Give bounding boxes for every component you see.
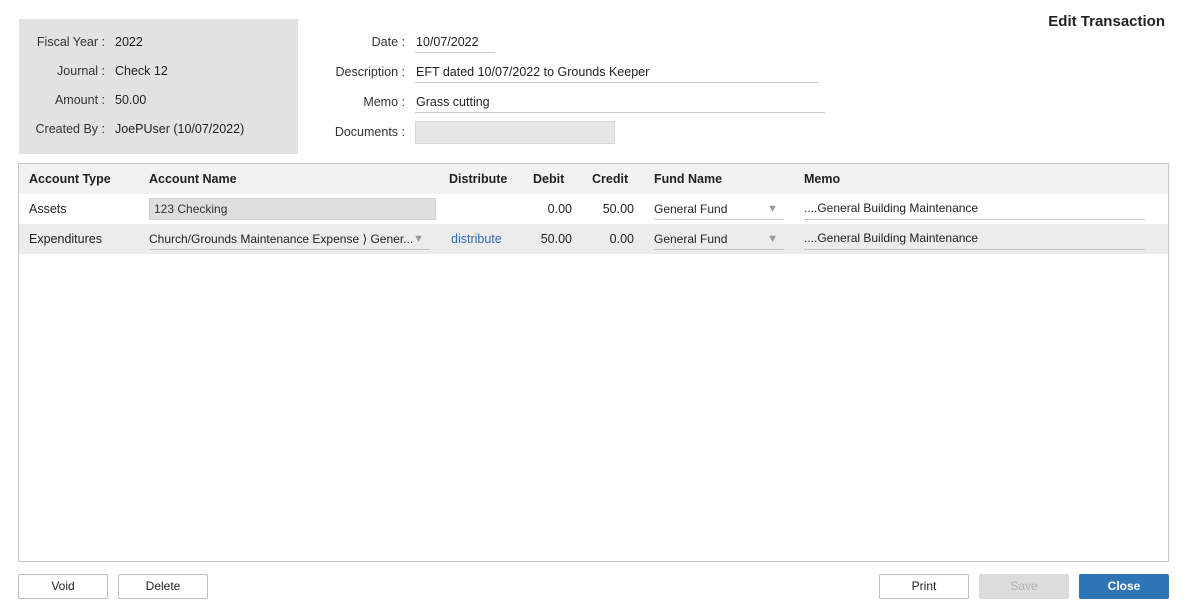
col-fund-name: Fund Name (654, 172, 723, 186)
amount-value: 50.00 (115, 93, 147, 107)
created-by-label: Created By : (35, 122, 105, 136)
fiscal-year-row: Fiscal Year : 2022 (19, 34, 298, 50)
table-row[interactable]: Assets 123 Checking 0.00 50.00 General F… (19, 194, 1168, 224)
triangle-down-icon: ▼ (767, 203, 778, 215)
created-by-row: Created By : JoePUser (10/07/2022) (19, 121, 298, 137)
distribute-link[interactable]: distribute (451, 232, 502, 246)
date-input[interactable]: 10/07/2022 (415, 33, 495, 53)
page-title: Edit Transaction (1048, 13, 1165, 30)
description-input[interactable]: EFT dated 10/07/2022 to Grounds Keeper (415, 63, 819, 83)
col-debit: Debit (533, 172, 565, 186)
col-distribute: Distribute (449, 172, 508, 186)
delete-button[interactable]: Delete (118, 574, 208, 599)
fund-name-dropdown[interactable]: General Fund ▼ (654, 198, 784, 220)
journal-value: Check 12 (115, 64, 168, 78)
fund-name-value: General Fund (654, 232, 728, 246)
debit-cell[interactable]: 0.00 (519, 202, 572, 216)
account-name-value: Church/Grounds Maintenance Expense ⟩ Gen… (149, 232, 414, 246)
fund-name-value: General Fund (654, 202, 728, 216)
memo-label: Memo : (363, 95, 405, 109)
documents-label: Documents : (334, 125, 405, 139)
journal-row: Journal : Check 12 (19, 63, 298, 79)
col-account-name: Account Name (149, 172, 237, 186)
print-button[interactable]: Print (879, 574, 969, 599)
amount-label: Amount : (54, 93, 105, 107)
grid-header: Account Type Account Name Distribute Deb… (19, 164, 1168, 194)
documents-field[interactable] (415, 121, 615, 144)
account-name-dropdown[interactable]: Church/Grounds Maintenance Expense ⟩ Gen… (149, 228, 430, 250)
transaction-lines-grid: Account Type Account Name Distribute Deb… (18, 163, 1169, 562)
debit-cell[interactable]: 50.00 (519, 232, 572, 246)
col-credit: Credit (592, 172, 629, 186)
credit-cell[interactable]: 50.00 (579, 202, 634, 216)
account-name-field[interactable]: 123 Checking (149, 198, 436, 220)
fund-name-dropdown[interactable]: General Fund ▼ (654, 228, 784, 250)
account-type-cell: Expenditures (29, 232, 102, 246)
created-by-value: JoePUser (10/07/2022) (115, 122, 245, 136)
line-memo-input[interactable]: ....General Building Maintenance (804, 198, 1145, 220)
fiscal-year-value: 2022 (115, 35, 143, 49)
credit-cell[interactable]: 0.00 (579, 232, 634, 246)
triangle-down-icon: ▼ (767, 233, 778, 245)
col-account-type: Account Type (29, 172, 111, 186)
close-button[interactable]: Close (1079, 574, 1169, 599)
amount-row: Amount : 50.00 (19, 92, 298, 108)
void-button[interactable]: Void (18, 574, 108, 599)
save-button[interactable]: Save (979, 574, 1069, 599)
date-label: Date : (371, 35, 405, 49)
transaction-summary-panel: Fiscal Year : 2022 Journal : Check 12 Am… (19, 19, 298, 154)
memo-input[interactable]: Grass cutting (415, 93, 825, 113)
triangle-down-icon: ▼ (413, 233, 424, 245)
col-memo: Memo (804, 172, 841, 186)
table-row[interactable]: Expenditures Church/Grounds Maintenance … (19, 224, 1168, 254)
account-type-cell: Assets (29, 202, 67, 216)
line-memo-input[interactable]: ....General Building Maintenance (804, 228, 1145, 250)
description-label: Description : (335, 65, 405, 79)
journal-label: Journal : (57, 64, 105, 78)
fiscal-year-label: Fiscal Year : (36, 35, 105, 49)
